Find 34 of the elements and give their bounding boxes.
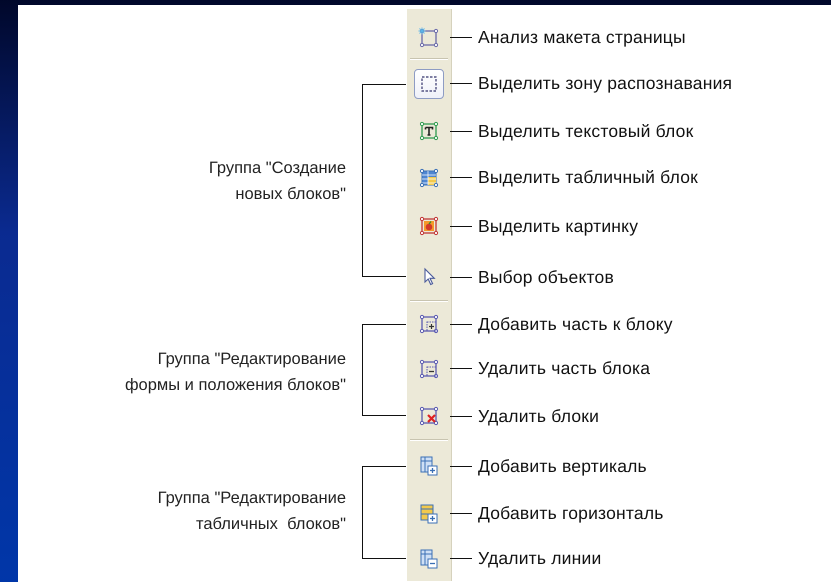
group-label: Группа "Редактирование формы и положения блоков" xyxy=(124,348,346,396)
tool-label: Выделить картинку xyxy=(478,216,638,236)
tool-label: Удалить часть блока xyxy=(478,358,650,379)
frame-plus-icon xyxy=(418,313,440,335)
table-frame-icon xyxy=(418,166,440,188)
leader-line xyxy=(450,558,472,559)
tool-label: Удалить блоки xyxy=(478,406,600,426)
leader-line xyxy=(450,368,472,369)
leader-line xyxy=(450,130,472,132)
frame-sparkle-icon xyxy=(418,26,440,48)
tool-label: Выделить зону распознавания xyxy=(478,73,732,94)
table-plus-icon xyxy=(418,455,440,477)
text-frame-icon xyxy=(418,120,440,142)
group-label: Группа "Создание новых блоков" xyxy=(208,158,346,205)
tool-label: Добавить горизонталь xyxy=(478,503,664,524)
tool-label: Добавить часть к блоку xyxy=(478,314,673,334)
leader-line xyxy=(450,83,472,84)
tool-label: Выбор объектов xyxy=(478,266,614,288)
tool-button[interactable] xyxy=(414,68,444,98)
leader-line xyxy=(450,177,472,178)
tool-label: Выделить текстовый блок xyxy=(478,120,694,142)
tool-label: Удалить линии xyxy=(478,548,602,569)
table-minus-icon xyxy=(418,548,440,570)
tool-label: Анализ макета страницы xyxy=(478,27,686,48)
frame-cross-icon xyxy=(418,405,440,427)
leader-line xyxy=(450,513,472,514)
leader-line xyxy=(450,276,472,278)
tool-label: Выделить табличный блок xyxy=(478,167,698,188)
frame-minus-icon xyxy=(418,358,440,380)
leader-line xyxy=(450,37,472,38)
picture-frame-icon xyxy=(418,215,440,237)
tool-label: Добавить вертикаль xyxy=(478,456,647,476)
table-plus-icon xyxy=(418,502,440,524)
group-label: Группа "Редактирование табличных блоков" xyxy=(158,488,346,535)
